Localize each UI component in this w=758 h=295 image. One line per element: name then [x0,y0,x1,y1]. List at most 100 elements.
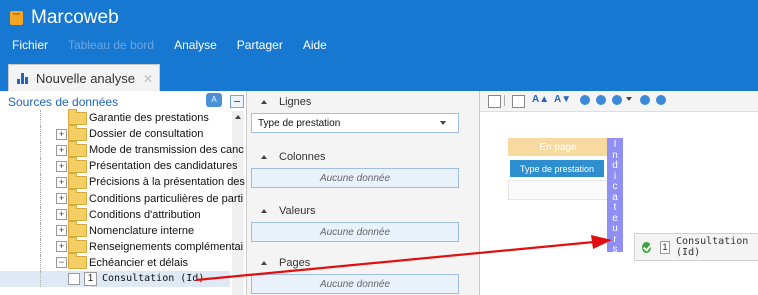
pages-label: Pages [279,257,311,269]
dropdown-arrow-icon[interactable] [440,121,446,125]
tree-node[interactable]: + Précisions à la présentation des [0,172,245,191]
expand-icon[interactable]: + [56,160,67,172]
folder-icon [68,205,87,222]
rows-area: Lignes Type de prestation [247,91,479,133]
folder-icon [68,189,87,206]
datasource-icon[interactable]: A [206,93,222,107]
tree-node[interactable]: + Renseignements complémentai [0,237,243,255]
menu-partager[interactable]: Partager [237,38,283,52]
values-drop-zone[interactable]: Aucune donnée [251,222,459,242]
pages-empty: Aucune donnée [319,278,391,290]
collapse-arrow-icon[interactable] [261,209,267,213]
collapse-arrow-icon[interactable] [261,261,267,265]
folder-icon [68,156,87,173]
folder-icon [68,124,87,141]
next-page-icon[interactable] [640,95,650,105]
indicators-label: Indicateurs [612,139,618,255]
last-page-icon[interactable] [656,95,666,105]
dropdown-arrow-icon[interactable] [626,97,632,101]
folder-icon [68,253,87,270]
data-sources-panel: Sources de données A Garantie des presta… [0,91,247,295]
menu-analyse[interactable]: Analyse [174,38,217,52]
source-tree: Garantie des prestations + Dossier de con… [0,108,245,288]
collapse-arrow-icon[interactable] [261,100,267,104]
tree-node-label: Précisions à la présentation des [89,176,245,189]
tree-node-label: Mode de transmission des canc [89,144,244,157]
menu-fichier[interactable]: Fichier [12,38,48,52]
expand-icon[interactable]: + [56,209,67,221]
columns-label: Colonnes [279,151,326,163]
workspace: Sources de données A Garantie des presta… [0,91,758,295]
menu-bar: Fichier Tableau de bord Analyse Partager… [12,38,327,52]
folder-icon [68,140,87,157]
field-label: Consultation (Id) [102,273,205,285]
folder-icon [68,108,87,125]
tab-label: Nouvelle analyse [36,71,136,86]
pivot-row [508,180,610,200]
columns-drop-zone[interactable]: Aucune donnée [251,168,459,188]
tree-field-consultation-id[interactable]: 1 Consultation (Id) [0,270,230,288]
pages-drop-zone[interactable]: Aucune donnée [251,274,459,294]
columns-area: Colonnes Aucune donnée [247,146,479,188]
tree-node[interactable]: + Présentation des candidatures [0,156,238,175]
tree-node-label: Présentation des candidatures [89,160,238,173]
app-header: Marcoweb Fichier Tableau de bord Analyse… [0,0,758,57]
previous-page-icon[interactable] [596,95,606,105]
numeric-field-icon: 1 [659,240,671,254]
collapse-panel-button[interactable] [230,95,244,108]
first-page-icon[interactable] [580,95,590,105]
drag-tooltip: 1 Consultation (Id) [634,233,758,261]
values-label: Valeurs [279,205,316,217]
tree-node-label: Conditions d'attribution [89,208,201,221]
tree-node[interactable]: Garantie des prestations [0,108,230,127]
check-icon [642,241,651,253]
expand-icon[interactable]: + [56,128,67,140]
row-field-button[interactable]: Type de prestation [510,160,604,177]
app-title-text: Marcoweb [31,7,119,28]
menu-aide[interactable]: Aide [303,38,327,52]
tree-node[interactable]: + Conditions particulières de parti [0,189,243,207]
values-area: Valeurs Aucune donnée [247,200,479,242]
close-icon[interactable]: ✕ [143,72,153,86]
tab-nouvelle-analyse[interactable]: Nouvelle analyse ✕ [8,64,160,92]
expand-icon[interactable]: + [56,176,67,188]
expand-icon[interactable]: + [56,144,67,156]
preview-toolbar: A▲ A▼ [480,91,758,112]
tree-node[interactable]: + Nomenclature interne [0,221,230,239]
tree-node[interactable]: + Mode de transmission des canc [0,140,244,159]
pages-header[interactable]: Pages [247,252,479,274]
tree-node-label: Conditions particulières de parti [89,192,244,205]
columns-header[interactable]: Colonnes [247,146,479,168]
rows-label: Lignes [279,96,312,108]
tree-node-label: Nomenclature interne [89,224,195,237]
drag-label: Consultation (Id) [676,236,749,258]
pivot-preview: A▲ A▼ En page Type de prestation Indicat… [480,91,758,295]
folder-icon [68,221,87,238]
values-header[interactable]: Valeurs [247,200,479,222]
tree-node[interactable]: + Dossier de consultation [0,124,230,143]
tab-strip: Nouvelle analyse ✕ [0,57,758,92]
rows-field-select[interactable]: Type de prestation [251,113,459,133]
chart-icon [17,73,29,84]
scroll-up-icon[interactable] [235,115,241,119]
values-empty: Aucune donnée [319,226,391,238]
expand-icon[interactable]: + [56,225,67,237]
tree-node[interactable]: + Conditions d'attribution [0,205,230,223]
tree-node[interactable]: − Echéancier et délais [0,253,230,271]
indicators-drop-zone[interactable]: Indicateurs [607,138,623,255]
layout-grid-icon[interactable] [512,95,525,108]
collapse-arrow-icon[interactable] [261,155,267,159]
collapse-icon[interactable]: − [56,257,67,269]
expand-icon[interactable]: + [56,193,67,205]
logo-icon [10,11,23,25]
pages-area: Pages Aucune donnée [247,252,479,294]
tree-node-label: Renseignements complémentai [89,240,244,253]
refresh-grid-icon[interactable] [488,95,501,108]
font-decrease-button[interactable]: A▼ [554,94,571,105]
font-increase-button[interactable]: A▲ [532,94,549,105]
rows-field-value: Type de prestation [258,117,341,129]
play-icon[interactable] [612,95,622,105]
expand-icon[interactable]: + [56,241,67,253]
field-checkbox[interactable] [68,272,80,285]
rows-header[interactable]: Lignes [247,91,479,113]
